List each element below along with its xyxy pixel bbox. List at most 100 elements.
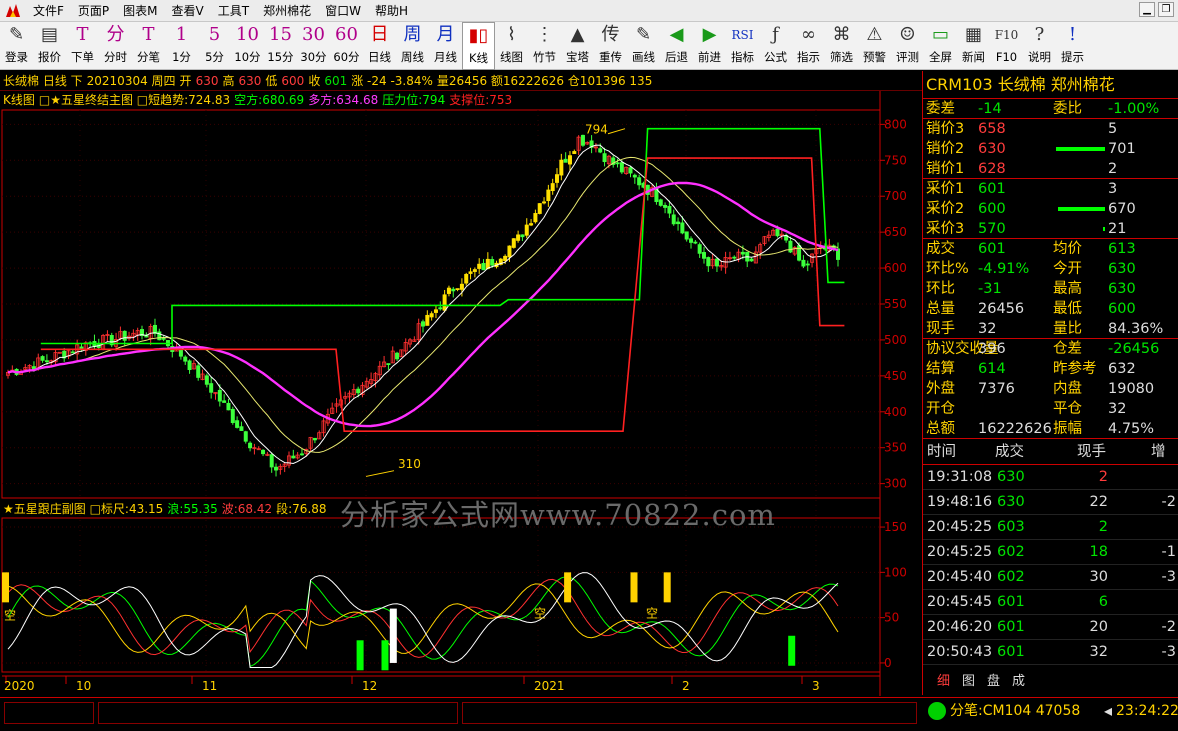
candle-body (663, 204, 668, 208)
toolbar-button-23[interactable]: ƒ 公式 (759, 22, 792, 70)
quote-label-2: 仓差 (1053, 341, 1082, 357)
toolbar-button-5[interactable]: 1 1分 (165, 22, 198, 70)
toolbar-button-15[interactable]: ⌇ 线图 (495, 22, 528, 70)
toolbar-button-32[interactable]: ! 提示 (1056, 22, 1089, 70)
toolbar-button-31[interactable]: ? 说明 (1023, 22, 1056, 70)
toolbar-label-12: 周线 (401, 50, 424, 64)
toolbar-button-4[interactable]: T 分笔 (132, 22, 165, 70)
toolbar-button-29[interactable]: ▦ 新闻 (957, 22, 990, 70)
menu-2[interactable]: 图表M (116, 0, 164, 22)
toolbar-button-20[interactable]: ◀ 后退 (660, 22, 693, 70)
toolbar-button-7[interactable]: 10 10分 (231, 22, 264, 70)
panel-tab-2[interactable]: 盘 (982, 672, 1005, 692)
candle-body (797, 245, 802, 261)
tick-row[interactable]: 20:46:20 601 20 -2 (923, 615, 1178, 640)
quote-label: 开仓 (926, 401, 955, 417)
menu-7[interactable]: 帮助H (368, 0, 415, 22)
toolbar-button-27[interactable]: ☺ 评测 (891, 22, 924, 70)
quote-label-2: 均价 (1053, 241, 1082, 257)
candle-body (637, 177, 642, 186)
quote-value: 32 (978, 321, 997, 337)
toolbar-button-19[interactable]: ✎ 画线 (627, 22, 660, 70)
toolbar-button-8[interactable]: 15 15分 (264, 22, 297, 70)
toolbar-button-9[interactable]: 30 30分 (297, 22, 330, 70)
toolbar-button-17[interactable]: ▲ 宝塔 (561, 22, 594, 70)
menu-3[interactable]: 查看V (165, 0, 211, 22)
quote-row-14: 外盘 7376 内盘 19080 (923, 379, 1178, 399)
toolbar-button-21[interactable]: ▶ 前进 (693, 22, 726, 70)
tick-volume: 6 (1098, 594, 1108, 610)
menu-5[interactable]: 郑州棉花 (256, 0, 318, 22)
toolbar-button-11[interactable]: 日日线 (363, 22, 396, 70)
menu-0[interactable]: 文件F (26, 0, 71, 22)
toolbar-button-25[interactable]: ⌘ 筛选 (825, 22, 858, 70)
quote-value-2: 32 (1108, 401, 1127, 417)
toolbar-button-3[interactable]: 分分时 (99, 22, 132, 70)
toolbar-label-30: F10 (995, 50, 1018, 64)
quote-rows: 委差 -14 委比 -1.00% 销价3 658 5 销价2 630 701 销价1 628 2 采价1 6… (923, 99, 1178, 439)
panel-tab-0[interactable]: 细 (932, 672, 955, 692)
candle-body (602, 153, 607, 163)
candle-body (667, 205, 672, 214)
signal-bar (389, 608, 397, 663)
tick-row[interactable]: 20:50:43 601 32 -3 (923, 640, 1178, 665)
quote-field-9: 601 (324, 74, 348, 88)
toolbar-button-12[interactable]: 周周线 (396, 22, 429, 70)
price-chart[interactable]: 8007507006506005505004504003503001501005… (0, 91, 922, 696)
tick-time: 20:45:25 (927, 544, 993, 560)
quote-value: 601 (978, 181, 1006, 197)
minimize-button[interactable]: ▁ (1139, 2, 1155, 17)
toolbar-button-6[interactable]: 5 5分 (198, 22, 231, 70)
menu-4[interactable]: 工具T (211, 0, 256, 22)
toolbar-button-10[interactable]: 60 60分 (330, 22, 363, 70)
tick-row[interactable]: 20:45:40 602 30 -3 (923, 565, 1178, 590)
toolbar-button-28[interactable]: ▭ 全屏 (924, 22, 957, 70)
toolbar-button-2[interactable]: T 下单 (66, 22, 99, 70)
toolbar-button-30[interactable]: F10 F10 (990, 22, 1023, 70)
toolbar-button-16[interactable]: ⋮ 竹节 (528, 22, 561, 70)
scroll-arrow-icon[interactable]: ◂ (1104, 702, 1112, 720)
toolbar-icon-32: ! (1068, 24, 1077, 45)
candle-body (187, 360, 192, 371)
candle-body (533, 213, 538, 223)
candle-body (732, 256, 737, 259)
toolbar-icon-22: RSI (731, 28, 754, 42)
toolbar-button-1[interactable]: ▤ 报价 (33, 22, 66, 70)
tick-row[interactable]: 19:48:16 630 22 -2 (923, 490, 1178, 515)
panel-tab-3[interactable]: 成 (1007, 672, 1030, 692)
x-axis-label: 2021 (534, 679, 565, 693)
tick-list[interactable]: 19:31:08 630 2 19:48:16 630 22 -2 20:45:25 603 2 2… (923, 465, 1178, 665)
tick-time: 20:46:20 (927, 619, 993, 635)
toolbar-button-0[interactable]: ✎ 登录 (0, 22, 33, 70)
tick-row[interactable]: 20:45:25 603 2 (923, 515, 1178, 540)
tick-header: 时间 成交 现手 增 (923, 439, 1178, 465)
quote-value-2: -26456 (1108, 341, 1160, 357)
connection-status-icon (928, 702, 946, 720)
tick-time: 20:45:40 (927, 569, 993, 585)
menu-6[interactable]: 窗口W (318, 0, 368, 22)
tick-row[interactable]: 20:45:45 601 6 (923, 590, 1178, 615)
toolbar-button-26[interactable]: ⚠ 预警 (858, 22, 891, 70)
panel-tab-1[interactable]: 图 (957, 672, 980, 692)
candle-body (559, 159, 564, 176)
quote-field-11: 量26456 额16222626 仓101396 135 (436, 74, 653, 88)
toolbar-button-14[interactable]: ▮▯ K线 (462, 22, 495, 70)
toolbar-button-24[interactable]: ∞ 指示 (792, 22, 825, 70)
maximize-button[interactable]: ❐ (1158, 2, 1174, 17)
toolbar-button-22[interactable]: RSI 指标 (726, 22, 759, 70)
toolbar-icon-25: ⌘ (832, 24, 851, 45)
quote-field-8: 收 (308, 74, 321, 88)
quote-row-5: 采价2 600 670 (923, 199, 1178, 219)
candle-body (805, 263, 810, 266)
toolbar-button-18[interactable]: 传重传 (594, 22, 627, 70)
short-signal-label: 空 (4, 608, 16, 622)
toolbar-icon-19: ✎ (635, 24, 652, 45)
tick-row[interactable]: 20:45:25 602 18 -1 (923, 540, 1178, 565)
tick-time: 20:50:43 (927, 644, 993, 660)
toolbar-icon-13: 月 (436, 24, 455, 45)
tick-row[interactable]: 19:31:08 630 2 (923, 465, 1178, 490)
short-signal-label: 空 (646, 607, 658, 621)
menu-1[interactable]: 页面P (71, 0, 116, 22)
y-tick-label: 650 (884, 225, 907, 239)
toolbar-button-13[interactable]: 月月线 (429, 22, 462, 70)
